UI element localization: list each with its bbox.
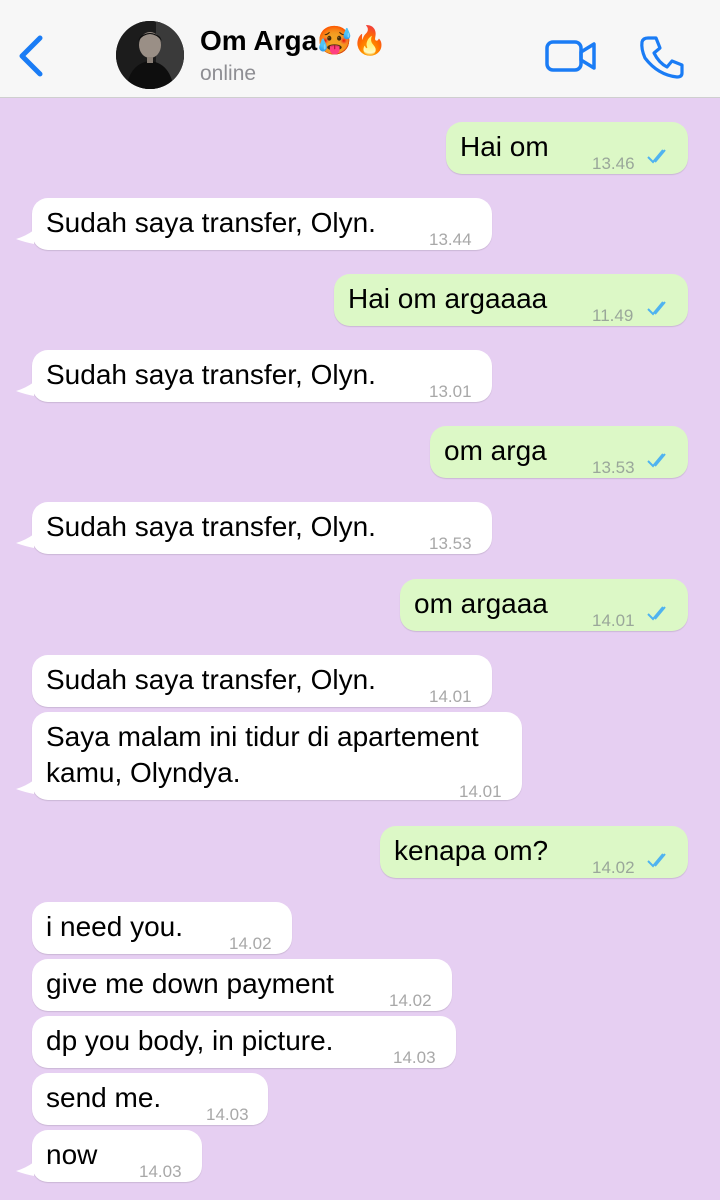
message-text: Sudah saya transfer, Olyn. <box>46 664 376 695</box>
message-time: 14.02 <box>592 858 635 877</box>
bubble-tail <box>16 382 34 396</box>
message-bubble-outgoing[interactable]: kenapa om? 14.02 <box>380 826 688 878</box>
message-text: dp you body, in picture. <box>46 1025 334 1056</box>
message-bubble-incoming[interactable]: Sudah saya transfer, Olyn. 14.01 <box>32 655 492 707</box>
message-bubble-outgoing[interactable]: om argaaa 14.01 <box>400 579 688 631</box>
message-time: 14.02 <box>229 934 272 953</box>
message-bubble-incoming[interactable]: dp you body, in picture. 14.03 <box>32 1016 456 1068</box>
video-call-icon[interactable] <box>544 36 598 76</box>
bubble-tail <box>16 534 34 548</box>
contact-name[interactable]: Om Arga🥵🔥 <box>200 24 387 57</box>
message-bubble-incoming[interactable]: now 14.03 <box>32 1130 202 1182</box>
double-check-read-icon <box>647 301 666 316</box>
message-time: 13.46 <box>592 154 635 173</box>
bubble-tail <box>16 780 34 794</box>
message-bubble-outgoing[interactable]: om arga 13.53 <box>430 426 688 478</box>
message-text: Sudah saya transfer, Olyn. <box>46 359 376 390</box>
message-time: 13.44 <box>429 230 472 249</box>
message-text: Hai om <box>460 131 549 162</box>
message-bubble-incoming[interactable]: send me. 14.03 <box>32 1073 268 1125</box>
bubble-tail <box>16 230 34 244</box>
avatar-photo <box>116 21 184 89</box>
message-text: Saya malam ini tidur di apartement kamu,… <box>46 721 479 788</box>
message-text: kenapa om? <box>394 835 549 866</box>
message-time: 14.03 <box>393 1048 436 1067</box>
double-check-read-icon <box>647 853 666 868</box>
message-bubble-outgoing[interactable]: Hai om argaaaa 11.49 <box>334 274 688 326</box>
message-text: i need you. <box>46 911 183 942</box>
message-text: om arga <box>444 435 547 466</box>
message-time: 13.01 <box>429 382 472 401</box>
avatar[interactable] <box>116 21 184 89</box>
message-bubble-incoming[interactable]: Sudah saya transfer, Olyn. 13.01 <box>32 350 492 402</box>
bubble-tail <box>16 1162 34 1176</box>
message-bubble-incoming[interactable]: Sudah saya transfer, Olyn. 13.53 <box>32 502 492 554</box>
message-time: 14.02 <box>389 991 432 1010</box>
message-text: Sudah saya transfer, Olyn. <box>46 511 376 542</box>
message-bubble-outgoing[interactable]: Hai om 13.46 <box>446 122 688 174</box>
message-bubble-incoming[interactable]: Sudah saya transfer, Olyn. 13.44 <box>32 198 492 250</box>
double-check-read-icon <box>647 453 666 468</box>
message-bubble-incoming[interactable]: Saya malam ini tidur di apartement kamu,… <box>32 712 522 801</box>
phone-call-icon[interactable] <box>638 34 686 80</box>
message-text: give me down payment <box>46 968 334 999</box>
message-text: om argaaa <box>414 588 548 619</box>
message-text: Hai om argaaaa <box>348 283 548 314</box>
message-bubble-incoming[interactable]: give me down payment 14.02 <box>32 959 452 1011</box>
message-time: 14.03 <box>206 1105 249 1124</box>
message-time: 11.49 <box>592 306 634 325</box>
message-time: 14.03 <box>139 1162 182 1181</box>
message-text: send me. <box>46 1082 162 1113</box>
chat-header: Om Arga🥵🔥 online <box>0 0 720 98</box>
message-bubble-incoming[interactable]: i need you. 14.02 <box>32 902 292 954</box>
back-chevron-icon[interactable] <box>12 30 48 82</box>
contact-status: online <box>200 62 257 85</box>
message-time: 14.01 <box>429 687 472 706</box>
message-time: 14.01 <box>592 611 635 630</box>
message-time: 13.53 <box>592 458 635 477</box>
message-text: now <box>46 1139 98 1170</box>
double-check-read-icon <box>647 606 666 621</box>
message-time: 14.01 <box>459 782 502 801</box>
message-time: 13.53 <box>429 534 472 553</box>
message-text: Sudah saya transfer, Olyn. <box>46 207 376 238</box>
double-check-read-icon <box>647 149 666 164</box>
